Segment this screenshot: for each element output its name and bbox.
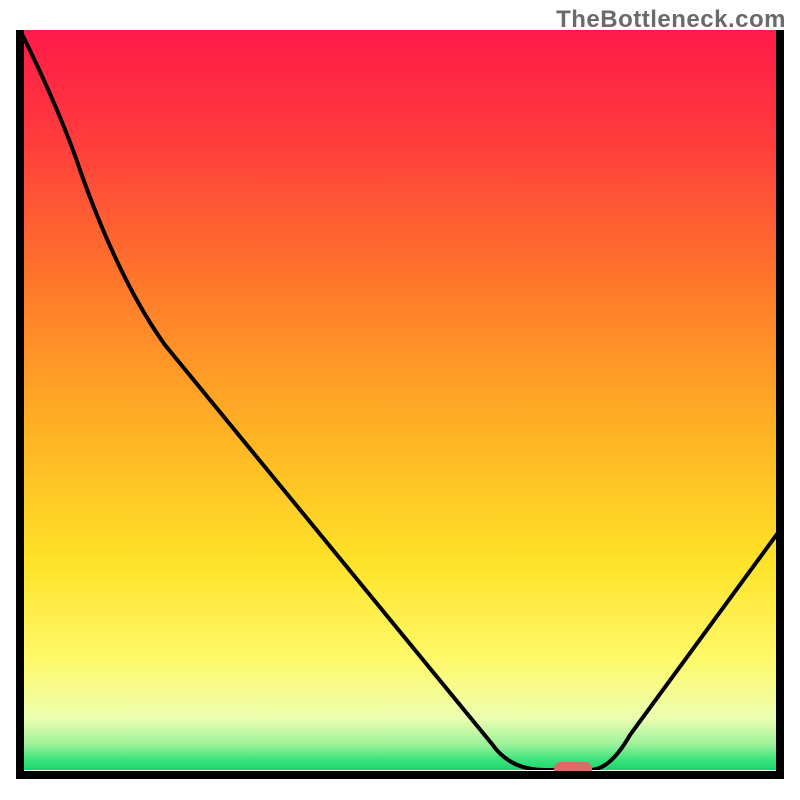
chart-container: TheBottleneck.com <box>0 0 800 800</box>
watermark-text: TheBottleneck.com <box>556 6 786 34</box>
bottleneck-chart <box>0 0 800 800</box>
plot-background <box>20 30 780 770</box>
